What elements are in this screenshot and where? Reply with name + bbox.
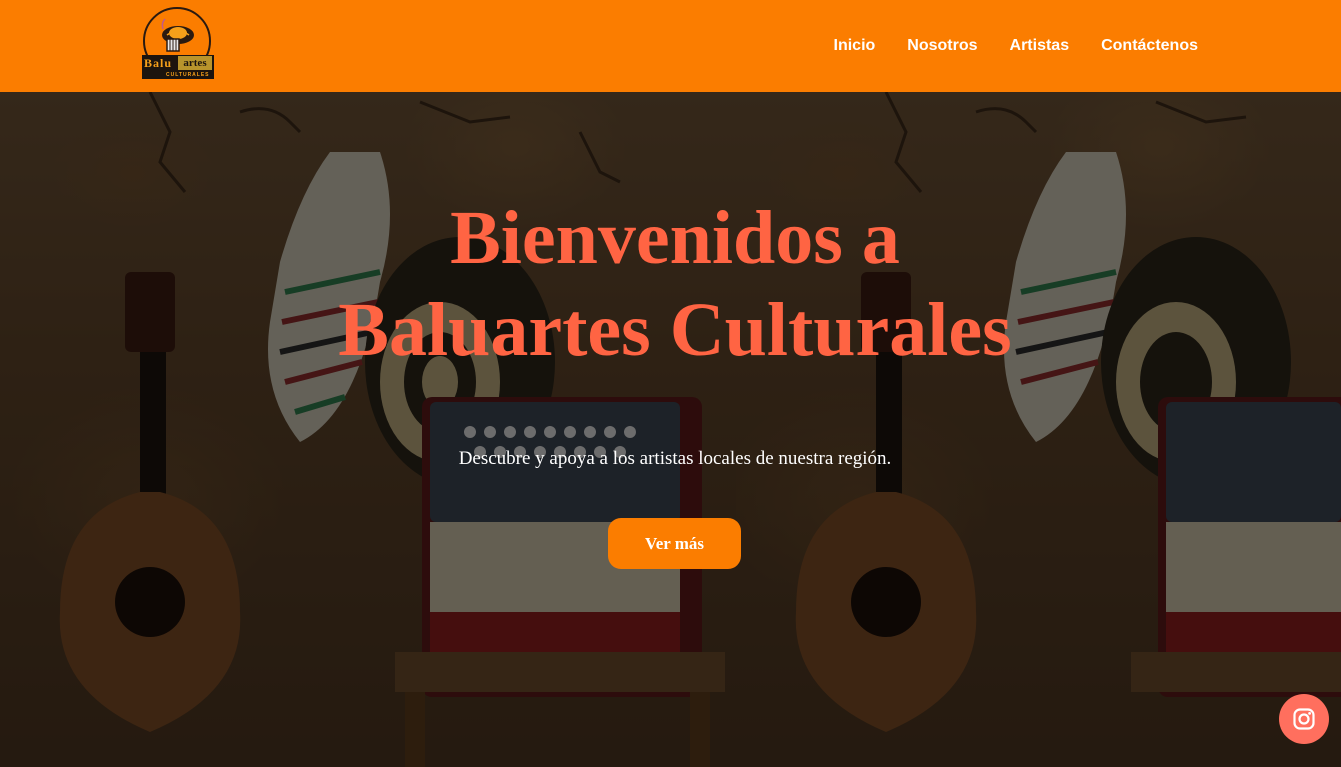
- nav-link-inicio[interactable]: Inicio: [834, 37, 876, 55]
- nav-link-artistas[interactable]: Artistas: [1010, 37, 1070, 55]
- instagram-button[interactable]: [1279, 694, 1329, 744]
- hero-title: Bienvenidos a Baluartes Culturales: [0, 192, 1341, 376]
- hero-title-line2: Baluartes Culturales: [338, 288, 1012, 372]
- main-nav: Inicio Nosotros Artistas Contáctenos: [834, 0, 1199, 92]
- logo-word-culturales: CULTURALES: [166, 72, 210, 78]
- hero-content: Bienvenidos a Baluartes Culturales Descu…: [0, 92, 1341, 767]
- site-logo[interactable]: Balu artes CULTURALES: [140, 6, 216, 82]
- hero-title-line1: Bienvenidos a: [450, 196, 900, 280]
- logo-word-balu: Balu: [144, 56, 173, 70]
- nav-link-contactenos[interactable]: Contáctenos: [1101, 37, 1198, 55]
- instagram-icon: [1293, 708, 1315, 730]
- nav-link-nosotros[interactable]: Nosotros: [907, 37, 977, 55]
- logo-word-artes: artes: [178, 56, 212, 70]
- ver-mas-button[interactable]: Ver más: [608, 518, 741, 569]
- hero-subtitle: Descubre y apoya a los artistas locales …: [458, 448, 892, 469]
- navbar: Balu artes CULTURALES Inicio Nosotros Ar…: [0, 0, 1341, 92]
